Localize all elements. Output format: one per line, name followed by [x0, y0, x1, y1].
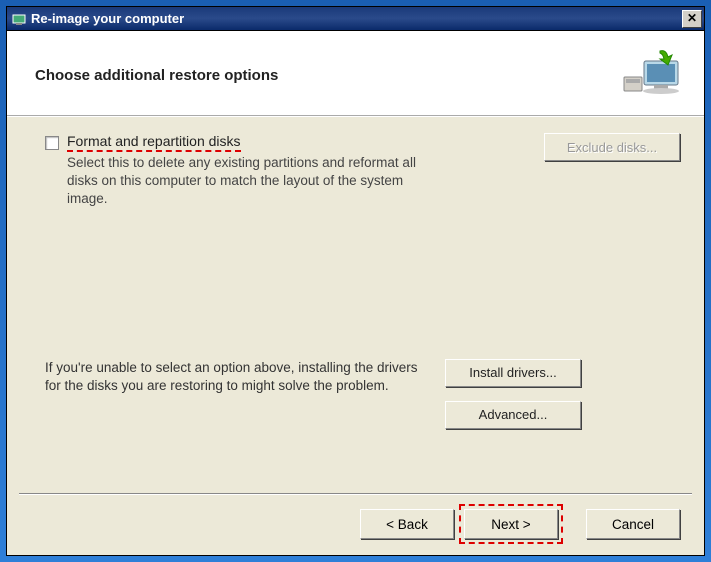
- page-heading: Choose additional restore options: [35, 67, 618, 84]
- dialog-window: Re-image your computer ✕ Choose addition…: [6, 6, 705, 556]
- format-label[interactable]: Format and repartition disks: [67, 133, 241, 152]
- format-checkbox[interactable]: [45, 136, 59, 150]
- titlebar: Re-image your computer ✕: [7, 7, 704, 31]
- install-drivers-button[interactable]: Install drivers...: [445, 359, 581, 387]
- advanced-button[interactable]: Advanced...: [445, 401, 581, 429]
- cancel-button[interactable]: Cancel: [586, 509, 680, 539]
- window-title: Re-image your computer: [31, 11, 682, 26]
- format-option: Format and repartition disks Select this…: [45, 133, 524, 209]
- header-area: Choose additional restore options: [7, 31, 704, 116]
- exclude-disks-button: Exclude disks...: [544, 133, 680, 161]
- restore-icon: [618, 49, 684, 101]
- driver-hint-row: If you're unable to select an option abo…: [45, 359, 680, 429]
- next-button[interactable]: Next >: [464, 509, 558, 539]
- app-icon: [11, 11, 27, 27]
- wizard-footer: < Back Next > Cancel: [7, 495, 704, 555]
- close-button[interactable]: ✕: [682, 10, 702, 28]
- format-option-row: Format and repartition disks Select this…: [45, 133, 680, 209]
- format-description: Select this to delete any existing parti…: [67, 154, 447, 209]
- content-area: Format and repartition disks Select this…: [7, 116, 704, 473]
- driver-hint-text: If you're unable to select an option abo…: [45, 359, 425, 395]
- back-button[interactable]: < Back: [360, 509, 454, 539]
